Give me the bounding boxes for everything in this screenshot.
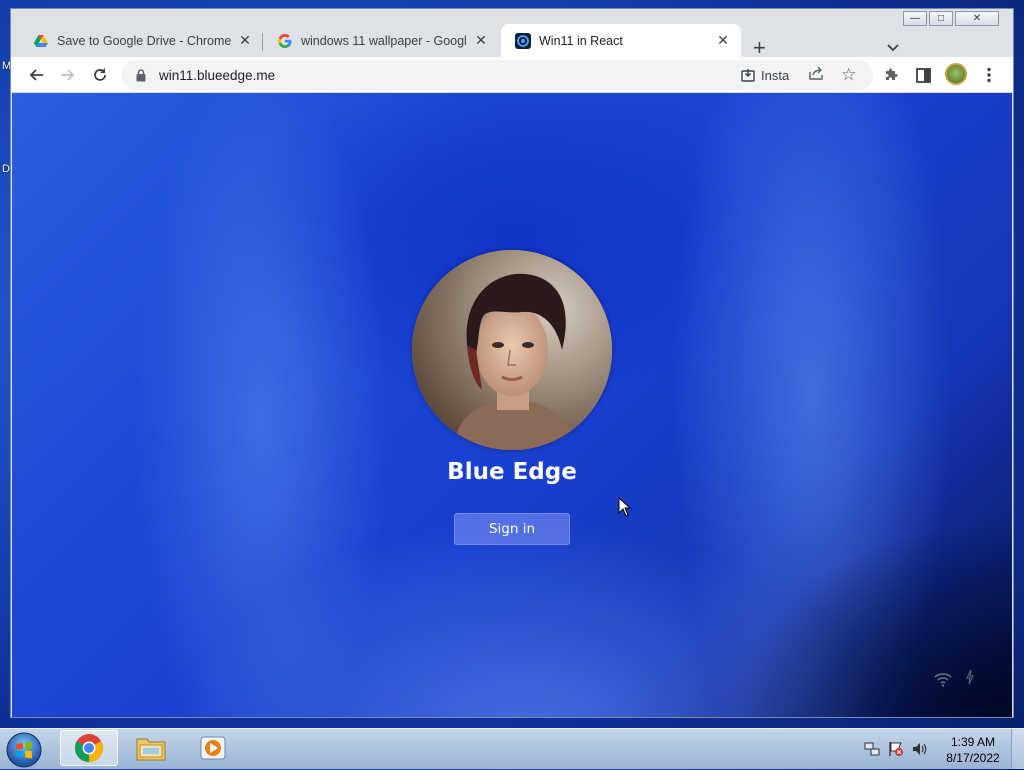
back-arrow-icon	[29, 69, 43, 81]
tab-title: Win11 in React	[539, 33, 623, 48]
side-panel-icon	[915, 67, 931, 83]
share-icon[interactable]	[809, 66, 824, 84]
mouse-cursor-icon	[618, 497, 632, 517]
install-icon	[741, 69, 755, 82]
win11-react-icon	[515, 32, 531, 49]
chevron-down-icon	[887, 44, 899, 52]
tab-title: windows 11 wallpaper - Google S	[301, 33, 467, 48]
desktop-icon-label[interactable]: D	[2, 163, 10, 175]
taskbar-chrome-button[interactable]	[60, 730, 118, 766]
volume-icon[interactable]	[912, 741, 928, 757]
user-name: Blue Edge	[447, 459, 577, 485]
close-tab-icon[interactable]: ✕	[715, 32, 731, 49]
chrome-icon	[75, 734, 103, 762]
tab-google-search[interactable]: windows 11 wallpaper - Google S ✕	[263, 24, 499, 57]
taskbar-clock[interactable]: 1:39 AM 8/17/2022	[940, 734, 1006, 766]
google-g-icon	[277, 33, 293, 49]
chrome-menu-button[interactable]	[977, 63, 1001, 87]
folder-icon	[136, 738, 166, 761]
new-tab-button[interactable]: +	[753, 37, 766, 59]
address-bar[interactable]: win11.blueedge.me Insta ☆	[121, 60, 873, 90]
kebab-menu-icon	[987, 67, 991, 83]
url-text[interactable]: win11.blueedge.me	[159, 68, 275, 83]
extensions-button[interactable]	[879, 63, 903, 87]
bookmark-star-icon[interactable]: ☆	[841, 65, 856, 85]
install-app-button[interactable]: Insta	[741, 68, 789, 83]
media-player-icon	[200, 736, 226, 760]
reload-button[interactable]	[88, 63, 112, 87]
lock-screen: Blue Edge Sign in	[12, 93, 1012, 717]
clock-date: 8/17/2022	[946, 751, 1000, 765]
browser-toolbar: win11.blueedge.me Insta ☆	[11, 57, 1013, 93]
wifi-icon[interactable]	[934, 671, 952, 687]
network-icon[interactable]	[864, 741, 880, 757]
side-panel-button[interactable]	[911, 63, 935, 87]
tab-win11-in-react[interactable]: Win11 in React ✕	[501, 24, 741, 57]
action-center-flag-icon[interactable]	[888, 741, 904, 757]
tab-title: Save to Google Drive - Chrome V	[57, 33, 231, 48]
user-avatar	[412, 250, 612, 450]
close-tab-icon[interactable]: ✕	[237, 32, 253, 49]
taskbar: 1:39 AM 8/17/2022	[0, 728, 1024, 769]
taskbar-media-player-button[interactable]	[184, 730, 242, 766]
back-button[interactable]	[24, 63, 48, 87]
start-button[interactable]	[4, 730, 44, 770]
sign-in-button[interactable]: Sign in	[454, 513, 570, 545]
lock-icon[interactable]	[133, 68, 149, 82]
show-desktop-button[interactable]	[1011, 729, 1024, 769]
forward-arrow-icon	[61, 69, 75, 81]
system-tray	[864, 741, 928, 757]
tab-search-button[interactable]	[887, 41, 899, 55]
taskbar-explorer-button[interactable]	[122, 730, 180, 766]
google-drive-icon	[33, 33, 49, 49]
puzzle-icon	[886, 68, 898, 80]
reload-icon	[94, 68, 106, 81]
profile-avatar[interactable]	[945, 63, 967, 85]
clock-time: 1:39 AM	[950, 735, 996, 749]
tab-strip: Save to Google Drive - Chrome V ✕ window…	[11, 21, 1013, 59]
tab-save-to-drive[interactable]: Save to Google Drive - Chrome V ✕	[19, 24, 263, 57]
browser-window: — □ ✕ Save to Google Drive - Chrome V ✕ …	[10, 8, 1014, 718]
forward-button[interactable]	[56, 63, 80, 87]
battery-charging-icon[interactable]	[964, 669, 976, 685]
user-portrait-image	[412, 250, 612, 450]
install-label: Insta	[761, 67, 790, 83]
close-tab-icon[interactable]: ✕	[473, 32, 489, 49]
